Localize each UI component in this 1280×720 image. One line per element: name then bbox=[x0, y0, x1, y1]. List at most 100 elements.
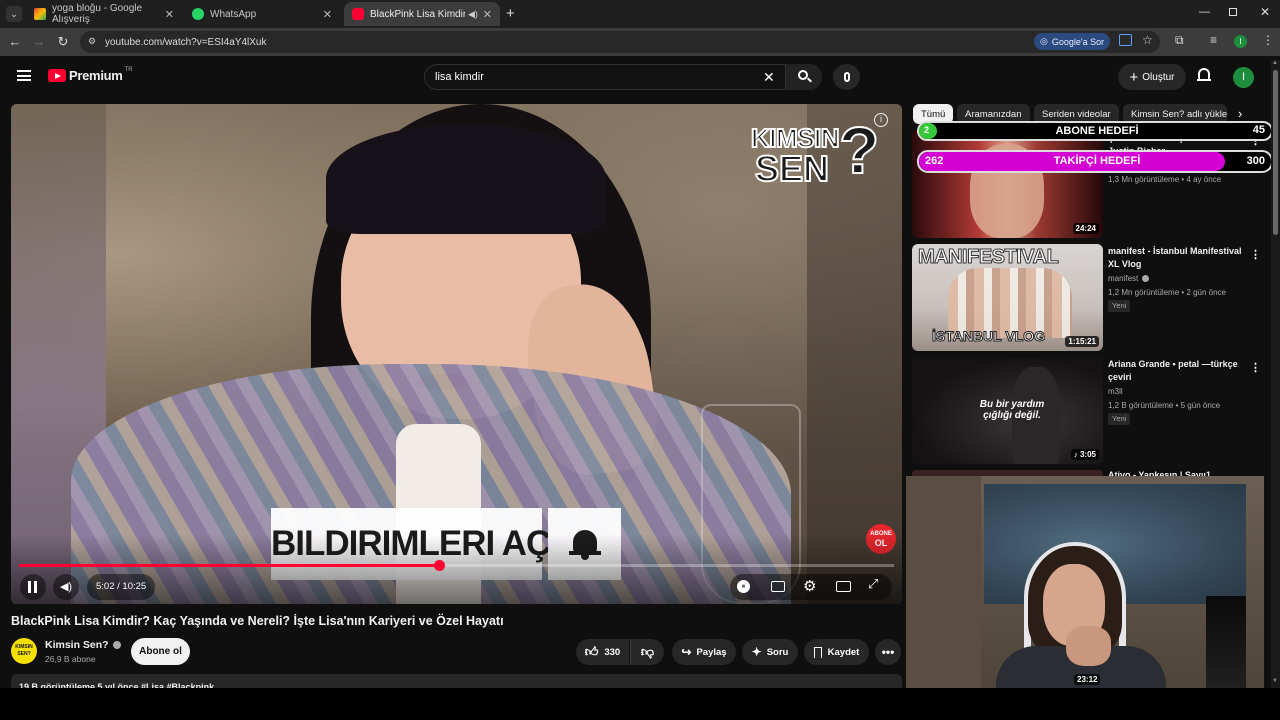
new-badge: Yeni bbox=[1108, 300, 1131, 312]
scrollbar-thumb[interactable] bbox=[1273, 70, 1278, 235]
back-button[interactable]: ← bbox=[7, 34, 23, 49]
hamburger-menu-icon[interactable] bbox=[17, 70, 31, 81]
google-sor-button[interactable]: ◎ Google'a Sor bbox=[1034, 33, 1111, 50]
bottom-bar bbox=[0, 688, 1280, 720]
scroll-down-arrow-icon[interactable]: ▼ bbox=[1272, 678, 1278, 684]
recommendation-title[interactable]: Ariana Grande • petal —türkçe çeviri bbox=[1108, 358, 1244, 384]
more-vertical-icon[interactable]: ⋮ bbox=[1250, 248, 1261, 261]
tab-search-button[interactable]: ⌄ bbox=[6, 6, 22, 22]
duration-text: 3:05 bbox=[1079, 450, 1096, 459]
save-label: Kaydet bbox=[827, 646, 860, 658]
youtube-logo[interactable]: Premium TR bbox=[48, 66, 133, 83]
like-count: 330 bbox=[604, 646, 621, 658]
dislike-button[interactable]: 👎︎ bbox=[630, 639, 664, 665]
pause-icon bbox=[28, 581, 31, 593]
webcam-overlay: 23:12 bbox=[906, 476, 1264, 688]
forward-button[interactable]: → bbox=[31, 34, 47, 49]
close-icon[interactable]: ✕ bbox=[483, 8, 492, 21]
new-tab-button[interactable]: + bbox=[506, 5, 515, 22]
scroll-up-arrow-icon[interactable]: ▲ bbox=[1272, 60, 1278, 66]
google-sor-label: Google'a Sor bbox=[1051, 36, 1105, 47]
reload-button[interactable]: ↻ bbox=[55, 34, 71, 50]
save-button[interactable]: Kaydet bbox=[804, 639, 869, 665]
cast-icon[interactable] bbox=[1119, 34, 1132, 46]
webcam-door bbox=[906, 476, 981, 688]
video-title: BlackPink Lisa Kimdir? Kaç Yaşında ve Ne… bbox=[11, 614, 504, 628]
minimize-button[interactable]: — bbox=[1199, 6, 1210, 18]
pause-button[interactable] bbox=[20, 574, 46, 600]
recommendation-channel[interactable]: m3ll bbox=[1108, 387, 1123, 396]
close-icon[interactable]: ✕ bbox=[323, 8, 332, 21]
recommendation-channel[interactable]: manifest bbox=[1108, 274, 1150, 283]
browser-tab-strip: ⌄ yoga bloğu - Google Alışveriş ✕ WhatsA… bbox=[0, 0, 1280, 28]
fullscreen-icon[interactable]: ⤢ bbox=[868, 576, 878, 592]
volume-button[interactable]: ◀) bbox=[53, 574, 79, 600]
verified-icon bbox=[112, 641, 121, 649]
recommendation-thumbnail[interactable]: Bu bir yardım çığlığı değil. ♪ 3:05 bbox=[912, 357, 1103, 464]
follower-goal-target: 300 bbox=[1246, 155, 1265, 167]
follower-goal-bar: 262 TAKİPÇİ HEDEFİ 300 bbox=[917, 150, 1273, 173]
plus-icon: + bbox=[1129, 68, 1139, 86]
progress-track[interactable] bbox=[19, 560, 894, 571]
tab-label: yoga bloğu - Google Alışveriş bbox=[52, 3, 143, 25]
search-input[interactable]: lisa kimdir ✕ bbox=[424, 64, 822, 90]
lens-icon: ◎ bbox=[1040, 36, 1048, 46]
address-bar[interactable]: ⚙ youtube.com/watch?v=ESI4aY4lXuk bbox=[80, 31, 1160, 53]
voice-search-button[interactable] bbox=[833, 64, 860, 90]
more-vertical-icon[interactable]: ⋮ bbox=[1250, 361, 1261, 374]
info-icon[interactable]: i bbox=[874, 113, 888, 127]
recommendation-thumbnail[interactable]: 24:24 bbox=[912, 130, 1103, 238]
progress-scrubber[interactable] bbox=[434, 560, 445, 571]
recommendation-thumbnail[interactable]: MANIFESTIVAL İSTANBUL VLOG 1:15:21 bbox=[912, 244, 1103, 351]
subscriber-count: 26,9 B abone bbox=[45, 654, 96, 664]
tab-youtube-video[interactable]: BlackPink Lisa Kimdir? Kaç ◀) ✕ bbox=[344, 2, 500, 26]
channel-name[interactable]: Kimsin Sen? bbox=[45, 639, 121, 651]
bookmark-star-icon[interactable]: ☆ bbox=[1142, 33, 1153, 47]
progress-fill bbox=[19, 564, 439, 567]
autoplay-toggle[interactable]: ⏸ bbox=[737, 580, 750, 593]
channel-avatar[interactable]: KIMSIN SEN? bbox=[11, 638, 37, 664]
speaker-icon[interactable]: ◀) bbox=[468, 9, 478, 20]
close-icon[interactable]: ✕ bbox=[165, 8, 174, 21]
person-bangs bbox=[326, 124, 606, 234]
tab-label: WhatsApp bbox=[210, 8, 257, 20]
sen-text: SEN bbox=[754, 147, 830, 190]
extensions-icon[interactable]: ⧉ bbox=[1175, 33, 1184, 48]
restore-button[interactable] bbox=[1229, 8, 1237, 16]
close-window-button[interactable]: ✕ bbox=[1260, 5, 1270, 19]
more-actions-button[interactable]: ••• bbox=[875, 639, 901, 665]
tab-google-shopping[interactable]: yoga bloğu - Google Alışveriş ✕ bbox=[26, 2, 182, 26]
profile-avatar[interactable]: I bbox=[1234, 35, 1247, 48]
url-text: youtube.com/watch?v=ESI4aY4lXuk bbox=[105, 36, 267, 48]
recommendation-meta: 1,2 Mn görüntüleme • 2 gün önce bbox=[1108, 288, 1226, 297]
account-avatar[interactable]: I bbox=[1233, 67, 1254, 88]
question-mark: ? bbox=[838, 112, 880, 188]
create-label: Oluştur bbox=[1142, 71, 1175, 83]
subtitles-icon[interactable] bbox=[771, 581, 785, 592]
subscribe-button[interactable]: Abone ol bbox=[131, 638, 190, 665]
share-icon: ↪ bbox=[681, 645, 692, 659]
ask-button[interactable]: ✦ Soru bbox=[742, 639, 798, 665]
settings-gear-icon[interactable]: ⚙ bbox=[803, 577, 816, 595]
duration-badge: ♪ 3:05 bbox=[1070, 449, 1099, 460]
search-button[interactable] bbox=[785, 64, 822, 90]
chip-next-chevron-icon[interactable]: › bbox=[1238, 106, 1242, 121]
video-player[interactable]: KIMSIN SEN ? i BILDIRIMLERI AÇ ABONE OL … bbox=[11, 104, 902, 604]
follower-goal-label: TAKİPÇİ HEDEFİ bbox=[1053, 155, 1141, 167]
youtube-play-icon bbox=[48, 69, 66, 82]
like-button[interactable]: 👍︎ 330 bbox=[576, 639, 629, 665]
share-button[interactable]: ↪ Paylaş bbox=[672, 639, 736, 665]
tab-media-icon[interactable]: ≡ bbox=[1210, 33, 1217, 47]
browser-menu-icon[interactable]: ⋮ bbox=[1262, 33, 1274, 47]
volume-icon: ◀) bbox=[59, 581, 73, 593]
channel-name-text: Kimsin Sen? bbox=[45, 639, 109, 651]
page-scrollbar[interactable]: ▲ ▼ bbox=[1271, 60, 1280, 688]
create-button[interactable]: + Oluştur bbox=[1118, 64, 1186, 90]
logo-region: TR bbox=[124, 66, 133, 73]
notifications-bell-icon[interactable] bbox=[1197, 68, 1211, 82]
tab-whatsapp[interactable]: WhatsApp ✕ bbox=[184, 2, 340, 26]
theater-mode-icon[interactable] bbox=[836, 581, 851, 592]
site-info-icon[interactable]: ⚙ bbox=[88, 36, 96, 47]
clear-search-icon[interactable]: ✕ bbox=[763, 69, 775, 86]
recommendation-title[interactable]: manifest - İstanbul Manifestival XL Vlog bbox=[1108, 245, 1244, 271]
